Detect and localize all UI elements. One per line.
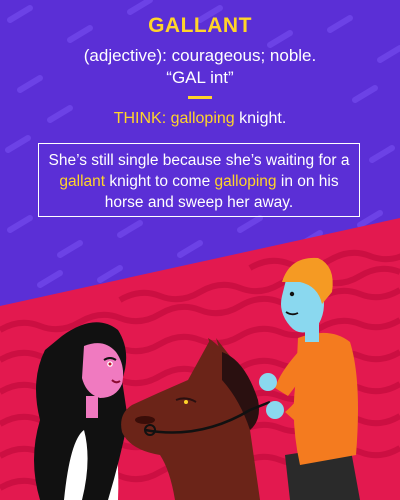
knight-hand — [266, 401, 284, 419]
sentence-cue: galloping — [214, 173, 277, 190]
think-rest: knight. — [234, 110, 287, 127]
sentence-part2: knight to come — [105, 173, 215, 190]
vocab-word: GALLANT — [148, 14, 252, 37]
knight-hand — [259, 373, 277, 391]
pronunciation: “GAL int” — [166, 68, 234, 87]
sentence-word: gallant — [59, 173, 106, 190]
divider-line — [188, 96, 212, 99]
think-cue: galloping — [170, 110, 235, 127]
think-line: THINK: galloping knight. — [0, 110, 400, 128]
woman-figure — [34, 322, 128, 500]
definition: (adjective): courageous; noble. — [83, 46, 317, 65]
vocabulary-card: GALLANT (adjective): courageous; noble. … — [0, 0, 400, 500]
sentence-part1: She’s still single because she’s waiting… — [48, 152, 350, 169]
example-sentence-box: She’s still single because she’s waiting… — [38, 143, 360, 217]
woman-neck — [86, 396, 98, 418]
think-label: THINK: — [113, 110, 167, 127]
